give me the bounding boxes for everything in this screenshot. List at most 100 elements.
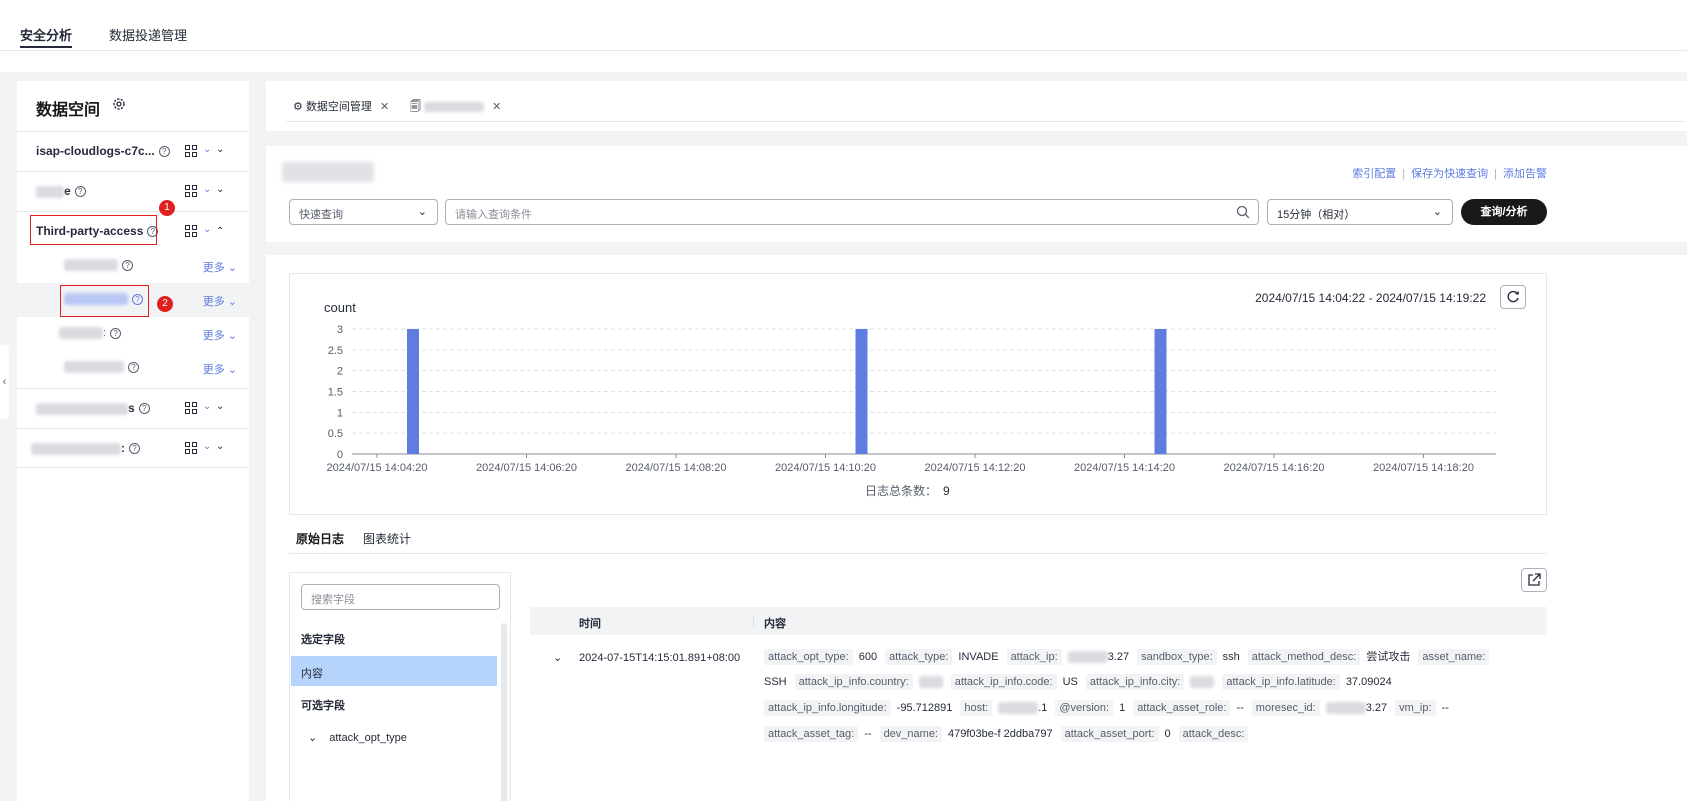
chart-bar[interactable] [1154, 329, 1167, 454]
chevron-up-icon[interactable]: ⌃ [216, 226, 224, 237]
tab-chart-stats[interactable]: 图表统计 [363, 530, 411, 547]
log-field-value[interactable]: INVADE [958, 651, 998, 663]
collapse-sidebar-handle[interactable]: ‹ [0, 345, 9, 419]
log-field-value[interactable]: 尝试攻击 [1366, 651, 1410, 663]
chart-bar[interactable] [855, 329, 868, 454]
log-field-key[interactable]: attack_asset_role: [1133, 700, 1231, 716]
log-field-value[interactable]: ssh [1223, 651, 1240, 663]
log-field-value[interactable]: 3.27 [1067, 651, 1129, 664]
field-search-input[interactable]: 搜索字段 [301, 584, 500, 610]
time-range-select[interactable]: 15分钟（相对） ⌄ [1267, 199, 1453, 225]
log-field-key[interactable]: moresec_id: [1251, 700, 1320, 716]
log-field-value[interactable]: -- [864, 728, 871, 740]
gear-icon[interactable] [112, 97, 126, 111]
log-field-key[interactable]: asset_name: [1418, 649, 1490, 665]
log-field-key[interactable]: attack_opt_type: [764, 649, 853, 665]
log-field-key[interactable]: attack_ip_info.latitude: [1222, 674, 1340, 690]
log-field-key[interactable]: attack_ip_info.longitude: [764, 700, 891, 716]
help-icon[interactable]: ? [122, 259, 133, 271]
scrollbar[interactable] [501, 623, 507, 801]
log-field-key[interactable]: attack_asset_port: [1060, 726, 1159, 742]
log-field-value[interactable] [1190, 676, 1215, 689]
grid-icon[interactable] [185, 402, 197, 414]
log-field-key[interactable]: attack_method_desc: [1247, 649, 1361, 665]
grid-icon[interactable] [185, 145, 197, 157]
more-menu[interactable]: 更多 [203, 296, 225, 308]
log-field-key[interactable]: attack_desc: [1178, 726, 1249, 742]
log-field-key[interactable]: attack_ip_info.code: [950, 674, 1057, 690]
chevron-down-icon[interactable]: ⌄ [203, 401, 211, 412]
chevron-down-icon[interactable]: ⌄ [216, 184, 224, 195]
log-field-value[interactable]: SSH [764, 676, 787, 688]
query-analyze-button[interactable]: 查询/分析 [1461, 199, 1547, 225]
log-field-key[interactable]: attack_ip_info.city: [1085, 674, 1185, 690]
log-field-value[interactable]: 37.09024 [1346, 676, 1392, 688]
log-field-value[interactable]: 1 [1119, 702, 1125, 714]
close-icon[interactable]: ✕ [492, 101, 501, 113]
tab-workspace-management[interactable]: ⚙ 数据空间管理 ✕ [293, 98, 389, 114]
log-field-value[interactable]: 3.27 [1325, 702, 1387, 715]
more-menu[interactable]: 更多 [203, 330, 225, 342]
log-field-key[interactable]: vm_ip: [1395, 700, 1436, 716]
search-icon[interactable] [1236, 205, 1250, 219]
help-icon[interactable]: ? [129, 443, 140, 455]
close-icon[interactable]: ✕ [380, 101, 389, 113]
chevron-down-icon[interactable]: ⌄ [203, 441, 211, 452]
tab-pipe[interactable]: 🗐 ✕ [410, 98, 501, 117]
log-field-value[interactable]: .1 [998, 702, 1047, 715]
workspace-item[interactable]: e? ⌄ ⌄ [17, 171, 249, 211]
log-field-key[interactable]: @version: [1055, 700, 1114, 716]
log-field-key[interactable]: attack_ip_info.country: [794, 674, 913, 690]
log-field-key[interactable]: attack_type: [885, 649, 953, 665]
log-field-key[interactable]: attack_asset_tag: [764, 726, 859, 742]
more-menu[interactable]: 更多 [203, 364, 225, 376]
query-input[interactable]: 请输入查询条件 [445, 199, 1259, 225]
chevron-down-icon[interactable]: ⌄ [216, 441, 224, 452]
tab-raw-logs[interactable]: 原始日志 [296, 530, 344, 547]
log-field-key[interactable]: host: [960, 700, 993, 716]
optional-field-item[interactable]: ⌄ attack_opt_type [308, 731, 407, 744]
log-field-value[interactable]: -95.712891 [897, 702, 953, 714]
pipe-item[interactable]: ? 更多 ⌄ [17, 351, 249, 385]
quick-query-select[interactable]: 快速查询 ⌄ [289, 199, 438, 225]
log-field-value[interactable]: 600 [859, 651, 877, 663]
pipe-item[interactable]: ? 更多 ⌄ [17, 249, 249, 283]
pipe-item[interactable]: :? 更多 ⌄ [17, 317, 249, 351]
grid-icon[interactable] [185, 185, 197, 197]
chevron-down-icon[interactable]: ⌄ [216, 144, 224, 155]
redacted-text [998, 702, 1039, 715]
log-field-key[interactable]: sandbox_type: [1137, 649, 1217, 665]
chevron-down-icon[interactable]: ⌄ [203, 184, 211, 195]
index-config-link[interactable]: 索引配置 [1352, 168, 1396, 180]
export-button[interactable] [1521, 568, 1547, 592]
help-icon[interactable]: ? [74, 186, 86, 198]
expand-row-icon[interactable]: ⌄ [553, 651, 562, 664]
log-field-key[interactable]: dev_name: [879, 726, 942, 742]
log-field-value[interactable]: -- [1442, 702, 1449, 714]
log-field-value[interactable]: 479f03be-f 2ddba797 [948, 728, 1053, 740]
log-field-value[interactable]: 0 [1165, 728, 1171, 740]
log-field-value[interactable]: US [1063, 676, 1078, 688]
help-icon[interactable]: ? [158, 146, 170, 158]
help-icon[interactable]: ? [138, 403, 150, 415]
help-icon[interactable]: ? [128, 361, 139, 373]
chevron-down-icon[interactable]: ⌄ [216, 401, 224, 412]
grid-icon[interactable] [185, 442, 197, 454]
log-field-value[interactable]: -- [1236, 702, 1243, 714]
selected-field-item[interactable]: 内容 [291, 656, 497, 686]
add-alert-link[interactable]: 添加告警 [1503, 168, 1547, 180]
grid-icon[interactable] [185, 225, 197, 237]
tab-data-delivery[interactable]: 数据投递管理 [109, 25, 187, 44]
chart-bar[interactable] [407, 329, 419, 454]
workspace-item[interactable]: isap-cloudlogs-c7c...? ⌄ ⌄ [17, 131, 249, 171]
chevron-down-icon[interactable]: ⌄ [203, 144, 211, 155]
log-field-key[interactable]: attack_ip: [1006, 649, 1062, 665]
help-icon[interactable]: ? [110, 327, 122, 339]
tab-security-analysis[interactable]: 安全分析 [20, 25, 72, 44]
chevron-down-icon[interactable]: ⌄ [203, 224, 211, 235]
log-field-value[interactable] [918, 676, 943, 689]
workspace-item[interactable]: :? ⌄ ⌄ [17, 428, 249, 468]
workspace-item[interactable]: s? ⌄ ⌄ [17, 388, 249, 428]
more-menu[interactable]: 更多 [203, 262, 225, 274]
save-quick-query-link[interactable]: 保存为快速查询 [1411, 168, 1488, 180]
